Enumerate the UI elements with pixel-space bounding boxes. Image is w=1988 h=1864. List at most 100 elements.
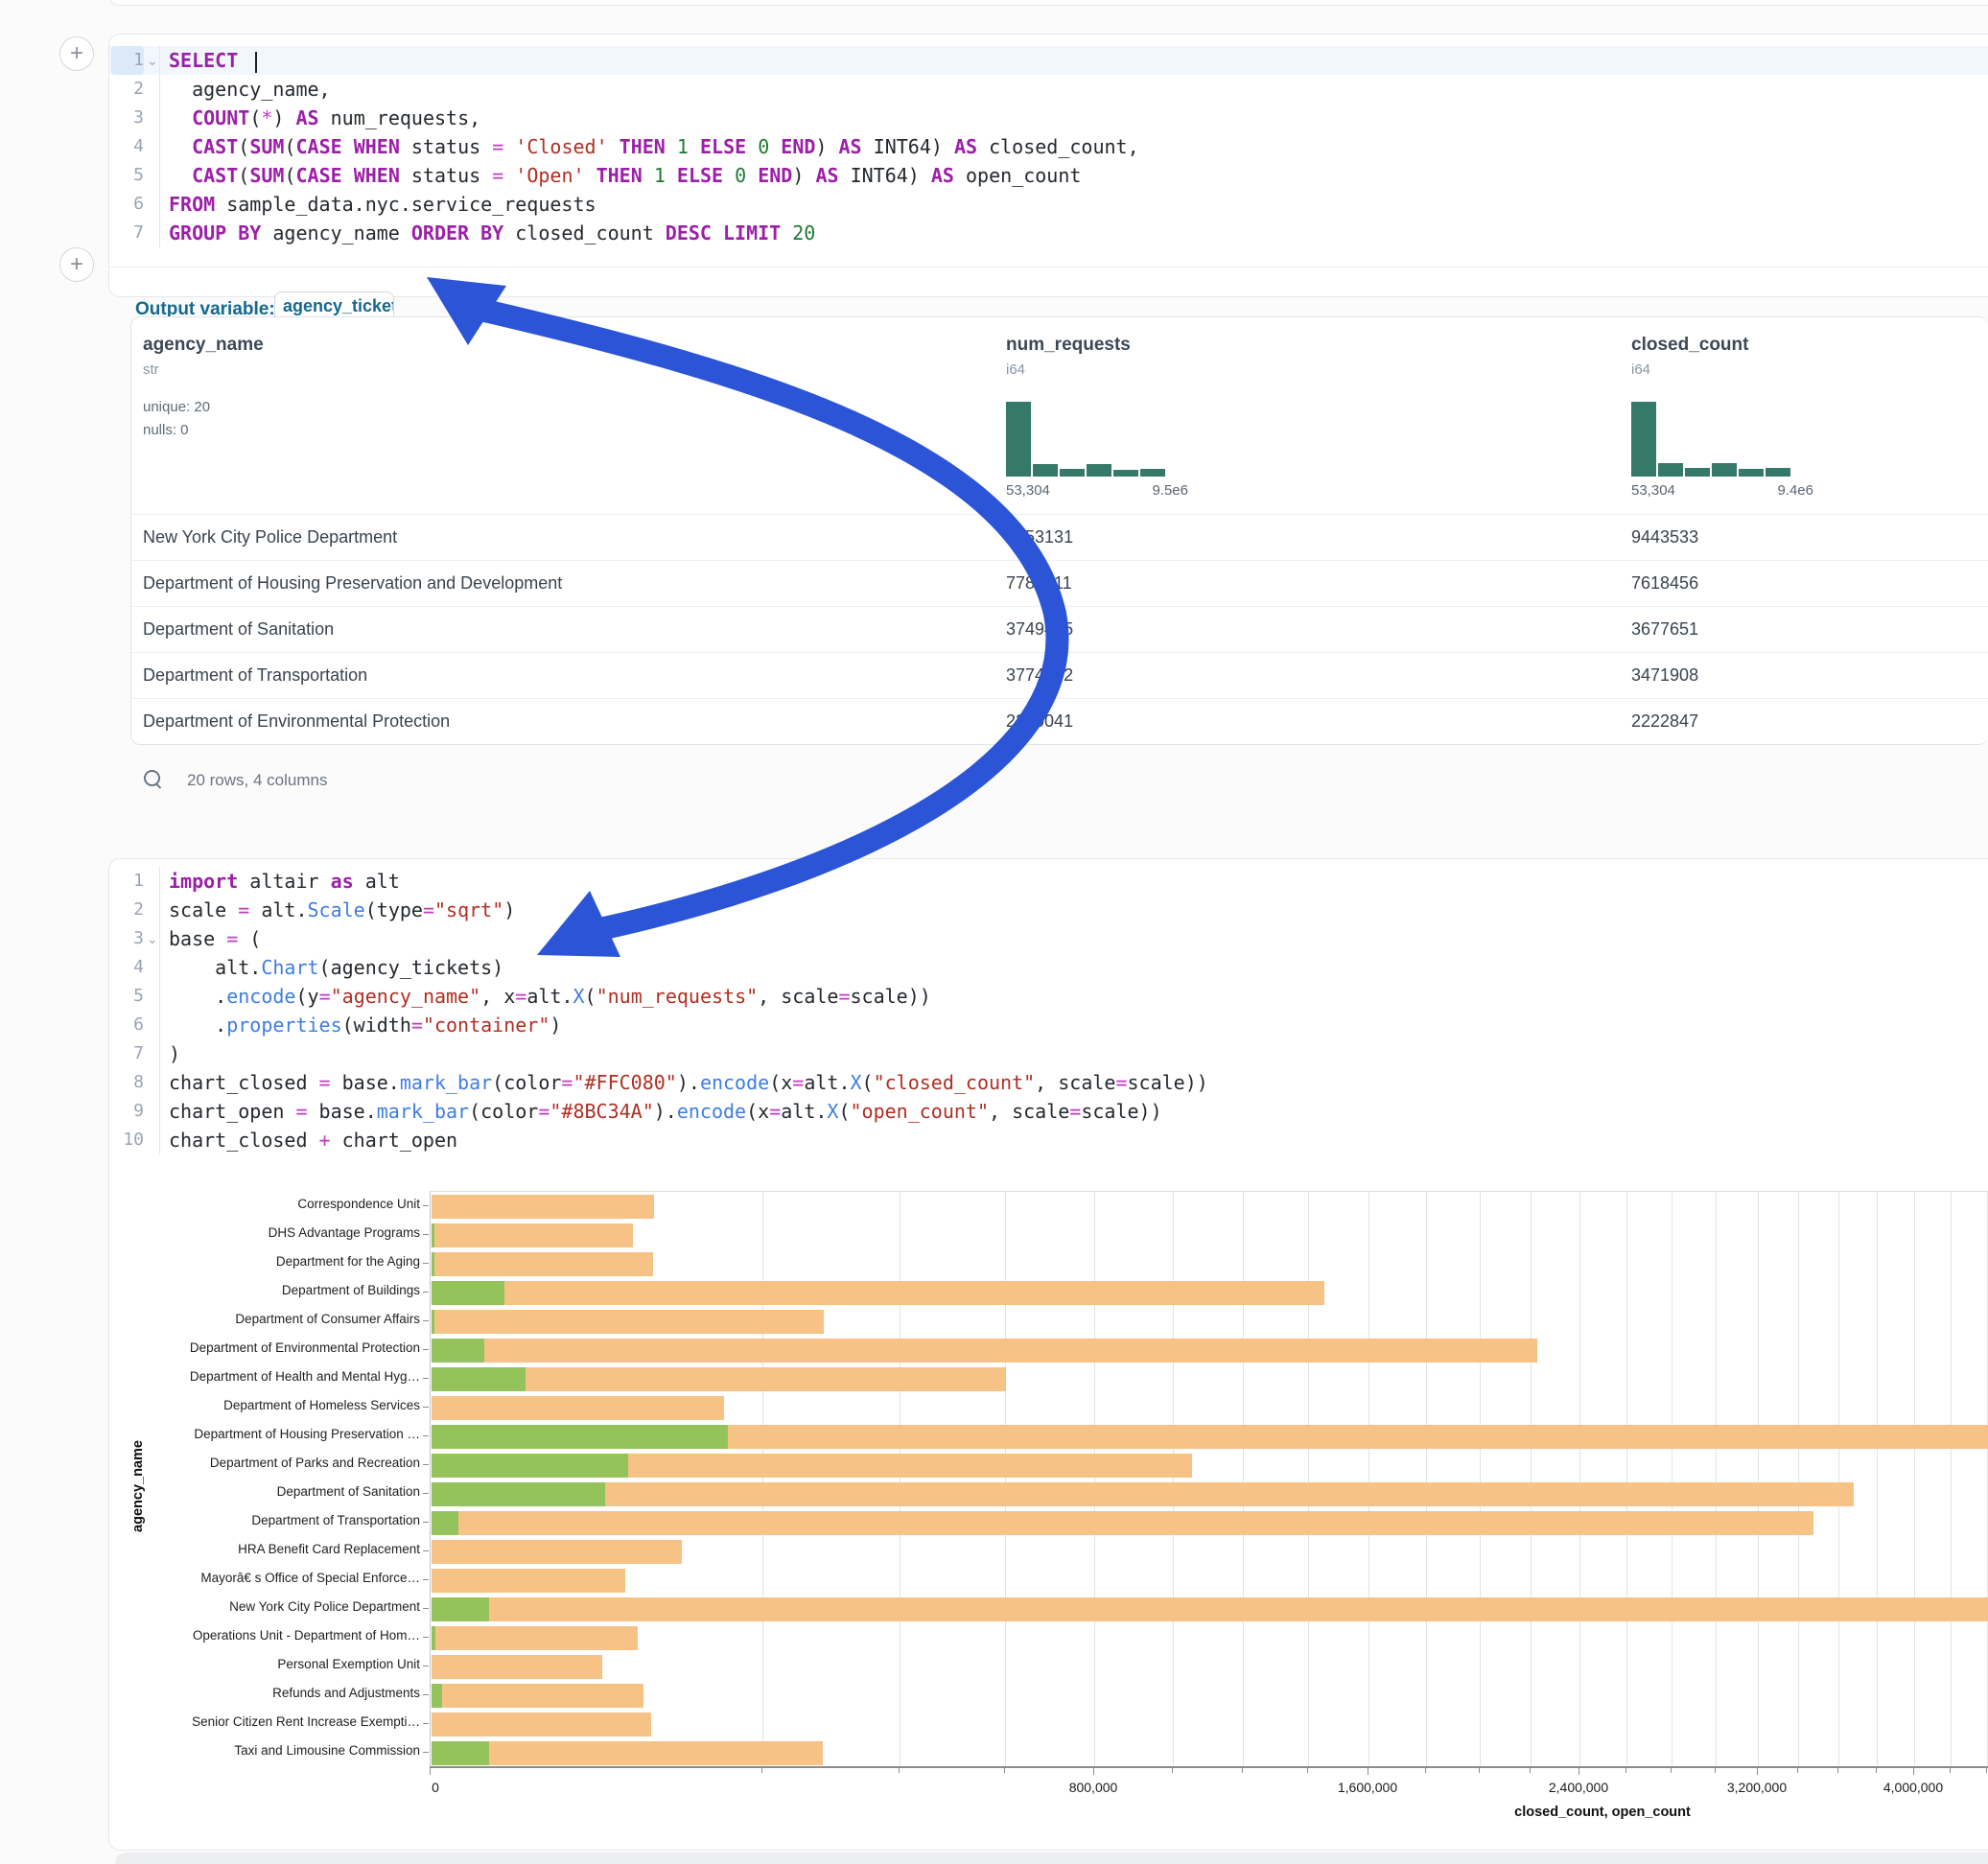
- code-line[interactable]: FROM sample_data.nyc.service_requests: [169, 190, 1988, 219]
- closed-count-bar[interactable]: [432, 1396, 724, 1420]
- code-token: num_requests,: [319, 106, 481, 129]
- table-row[interactable]: Department of Sanitation37494853677651: [131, 606, 1988, 653]
- open-count-bar[interactable]: [432, 1367, 526, 1391]
- code-line[interactable]: GROUP BY agency_name ORDER BY closed_cou…: [169, 219, 1988, 247]
- code-line[interactable]: CAST(SUM(CASE WHEN status = 'Closed' THE…: [169, 132, 1988, 161]
- table-row[interactable]: Department of Environmental Protection22…: [131, 698, 1988, 745]
- code-token: encode: [700, 1071, 769, 1094]
- x-axis-minor-tick: [1479, 1768, 1480, 1773]
- code-token: =: [423, 898, 434, 921]
- y-axis-category-label: Taxi and Limousine Commission: [123, 1743, 420, 1758]
- code-token: [503, 135, 515, 158]
- closed-count-bar[interactable]: [432, 1195, 654, 1219]
- code-line[interactable]: ): [169, 1039, 1988, 1068]
- open-count-bar[interactable]: [432, 1281, 504, 1305]
- histogram-range-label: 9.5e6: [1152, 482, 1188, 499]
- code-line[interactable]: CAST(SUM(CASE WHEN status = 'Open' THEN …: [169, 161, 1988, 190]
- column-header[interactable]: closed_count: [1631, 335, 1748, 356]
- code-line[interactable]: alt.Chart(agency_tickets): [169, 953, 1988, 982]
- closed-count-bar[interactable]: [432, 1655, 602, 1679]
- code-line[interactable]: agency_name,: [169, 75, 1988, 104]
- table-footer-summary: 20 rows, 4 columns: [187, 771, 327, 790]
- closed-count-bar[interactable]: [432, 1713, 651, 1736]
- python-code-editor[interactable]: 1import altair as alt2scale = alt.Scale(…: [109, 867, 1988, 1166]
- code-line[interactable]: chart_closed + chart_open: [169, 1126, 1988, 1154]
- closed-count-bar[interactable]: [432, 1540, 682, 1564]
- y-axis-tick: [423, 1234, 429, 1235]
- table-row[interactable]: Department of Housing Preservation and D…: [131, 560, 1988, 607]
- code-token: 1: [654, 164, 666, 187]
- code-line[interactable]: import altair as alt: [169, 867, 1988, 896]
- line-number: 10: [111, 1126, 144, 1154]
- table-cell: Department of Sanitation: [143, 607, 334, 652]
- y-axis-tick: [423, 1205, 429, 1206]
- code-token: alt: [354, 870, 400, 893]
- search-icon[interactable]: [144, 770, 160, 786]
- closed-count-bar[interactable]: [432, 1684, 643, 1708]
- open-count-bar[interactable]: [432, 1684, 442, 1708]
- code-token: AS: [296, 106, 319, 129]
- closed-count-bar[interactable]: [432, 1223, 633, 1247]
- code-token: =: [295, 1100, 307, 1123]
- open-count-bar[interactable]: [432, 1741, 489, 1765]
- open-count-bar[interactable]: [432, 1482, 605, 1506]
- code-line[interactable]: .properties(width="container"): [169, 1011, 1988, 1039]
- code-token: "sqrt": [434, 898, 503, 921]
- code-line[interactable]: base = (: [169, 924, 1988, 953]
- x-axis-minor-tick: [1242, 1768, 1243, 1773]
- line-number: 8: [111, 1068, 144, 1097]
- gridline: [1426, 1192, 1427, 1766]
- code-line[interactable]: scale = alt.Scale(type="sqrt"): [169, 896, 1988, 924]
- closed-count-bar[interactable]: [432, 1569, 625, 1593]
- add-cell-button[interactable]: +: [59, 247, 94, 282]
- code-token: "#8BC34A": [550, 1100, 653, 1123]
- closed-count-bar[interactable]: [432, 1281, 1324, 1305]
- x-axis-tick: [1757, 1768, 1758, 1775]
- closed-count-bar[interactable]: [432, 1511, 1813, 1535]
- code-token: AS: [839, 135, 862, 158]
- closed-count-bar[interactable]: [432, 1339, 1537, 1363]
- closed-count-bar[interactable]: [432, 1626, 638, 1650]
- code-line[interactable]: chart_closed = base.mark_bar(color="#FFC…: [169, 1068, 1988, 1097]
- x-axis-minor-tick: [1950, 1768, 1951, 1773]
- column-header[interactable]: num_requests: [1006, 335, 1131, 356]
- code-line[interactable]: SELECT: [169, 46, 1988, 75]
- add-cell-button[interactable]: +: [59, 36, 94, 71]
- closed-count-bar[interactable]: [432, 1482, 1854, 1506]
- open-count-bar[interactable]: [432, 1425, 728, 1449]
- code-line[interactable]: .encode(y="agency_name", x=alt.X("num_re…: [169, 982, 1988, 1011]
- open-count-bar[interactable]: [432, 1597, 489, 1621]
- column-header[interactable]: agency_name: [143, 335, 264, 356]
- code-token: closed_count: [503, 221, 666, 245]
- closed-count-bar[interactable]: [432, 1252, 653, 1276]
- closed-count-bar[interactable]: [432, 1741, 823, 1765]
- y-axis-category-label: Department of Transportation: [123, 1513, 420, 1527]
- open-count-bar[interactable]: [432, 1252, 434, 1276]
- code-token: [689, 135, 700, 158]
- table-row[interactable]: Department of Transportation377489234719…: [131, 652, 1988, 699]
- code-token: [169, 135, 192, 158]
- open-count-bar[interactable]: [432, 1223, 434, 1247]
- code-token: END: [781, 135, 815, 158]
- code-line[interactable]: COUNT(*) AS num_requests,: [169, 104, 1988, 132]
- code-line[interactable]: chart_open = base.mark_bar(color="#8BC34…: [169, 1097, 1988, 1126]
- fold-chevron-icon[interactable]: ⌄: [147, 53, 158, 69]
- open-count-bar[interactable]: [432, 1454, 628, 1478]
- open-count-bar[interactable]: [432, 1511, 458, 1535]
- table-row[interactable]: New York City Police Department945313194…: [131, 514, 1988, 561]
- open-count-bar[interactable]: [432, 1626, 435, 1650]
- open-count-bar[interactable]: [432, 1310, 434, 1334]
- code-token: [746, 164, 758, 187]
- sql-code-editor[interactable]: 1⌄SELECT 2 agency_name,3 COUNT(*) AS num…: [109, 46, 1988, 255]
- y-axis-tick: [423, 1579, 429, 1580]
- code-token: scale: [169, 898, 238, 921]
- table-cell: 2222847: [1631, 699, 1698, 744]
- gutter-separator: [159, 867, 160, 1154]
- code-token: SELECT: [169, 49, 238, 72]
- result-table: agency_namestrunique: 20nulls: 0num_requ…: [130, 316, 1988, 745]
- closed-count-bar[interactable]: [432, 1310, 824, 1334]
- code-token: [723, 164, 735, 187]
- fold-chevron-icon[interactable]: ⌄: [147, 931, 158, 947]
- open-count-bar[interactable]: [432, 1339, 484, 1363]
- closed-count-bar[interactable]: [432, 1597, 1988, 1621]
